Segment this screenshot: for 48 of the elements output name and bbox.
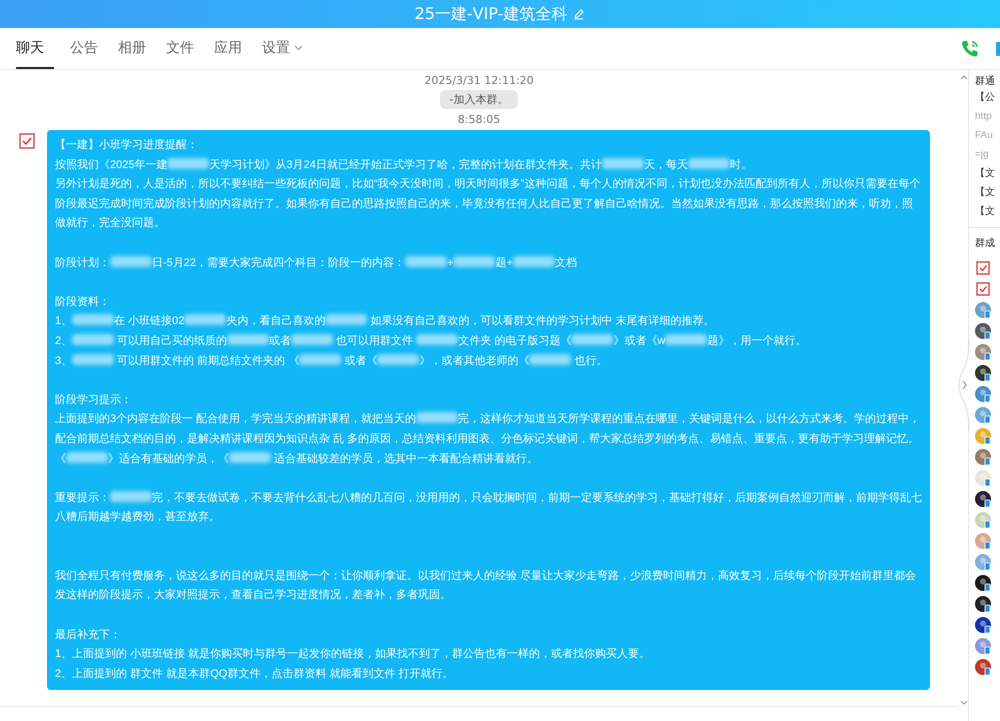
tab[interactable]: 公告 <box>60 28 108 69</box>
window-title: 25一建-VIP-建筑全科 <box>414 4 568 24</box>
message-text: 另外计划是死的，人是活的，所以不要纠结一些死板的问题，比如“我今天没时间，明天时间很多”这种问题，每个人的情况不同，计划也没办法匹配到所有人，所以你只需要在每个阶段最迟完成时间完成阶段计划的内容就行了。如果你有自己的思路按照自己的来，毕竟没有任何人比自己更了解自己啥情况。当然如果没有思路，那么按照我们的来，听劝，照做就行，完全没问题。 <box>55 176 922 232</box>
message-text: 上面提到的3个内容在阶段一 配合使用，学完当天的精讲课程，就把当天的 完，这样你才知道当天所学课程的重点在哪里，关键词是什么，以什么方式来考。学的过程中，配合前期总结文档的目的，是解决精讲课程因为知识点杂 乱 多的原因，总结资料利用图表、分色标记关键词，帮大家总结罗列的考点、易错点、重要点，更有助于学习理解记忆。《 》适合有基础的学员，《 适合基础较差的学员，选其中一本看配合精讲看就行。 <box>55 411 922 466</box>
system-notice: -加入本群。 <box>440 90 518 109</box>
message-text: 按照我们《2025年一建 天学习计划》从3月24日就已经开始正式学习了哈，完整的计划在群文件夹。共计 天，每天 时。 <box>55 156 753 173</box>
scroll-up-icon[interactable] <box>960 74 968 80</box>
file-item[interactable]: 【文 <box>975 202 1000 221</box>
message-text: 最后补充下： <box>55 628 122 643</box>
message-text: 【一建】小班学习进度提醒： <box>55 138 199 153</box>
notice-text: FAu <box>975 129 994 143</box>
message-text: 3、 可以用群文件的 前期总结文件夹的 《 或者《 》，或者其他老师的《 也行。 <box>55 352 608 369</box>
section-title: 群通 <box>975 74 996 88</box>
avatar-icon[interactable] <box>975 323 991 339</box>
message-text: 阶段计划： 日-5月22，需要大家完成四个科目：阶段一的内容： + 题+ 文档 <box>55 254 578 271</box>
notice-text: 【公 <box>975 90 996 105</box>
collapse-handle[interactable] <box>958 340 970 430</box>
timestamp: 2025/3/31 12:11:20 <box>424 74 534 88</box>
checkbox-icon <box>975 260 991 276</box>
message-text: 2、上面提到的 群文件 就是本群QQ群文件，点击群资料 就能看到文件 打开就行。 <box>55 666 454 682</box>
tab[interactable]: 相册 <box>108 28 156 69</box>
notice-text: http <box>975 110 993 124</box>
avatar-icon[interactable] <box>975 596 991 612</box>
phone-icon[interactable] <box>960 39 980 59</box>
avatar-icon[interactable] <box>975 617 991 633</box>
message-text: 1、 在 小班链接02 夹内，看自己喜欢的 如果没有自己喜欢的，可以看群文件的学习计划中 末尾有详细的推荐。 <box>55 313 716 330</box>
message-text: 2、 可以用自己买的纸质的 或者 也可以用群文件 文件夹 的电子版习题《 》或者《w 题》，用一个就行。 <box>55 332 808 349</box>
notice-text: =jg <box>975 148 990 162</box>
avatar-icon[interactable] <box>975 575 991 591</box>
avatar-icon[interactable] <box>975 491 991 507</box>
file-item[interactable]: 【文 <box>975 183 1000 202</box>
avatar-icon[interactable] <box>975 365 991 381</box>
message-text: 我们全程只有付费服务，说这么多的目的就只是围绕一个：让你顺利拿证。以我们过来人的经验 尽量让大家少走弯路，少浪费时间精力，高效复习，后续每个阶段开始前群里都会发这样的阶段提示，大家对照提示，查看自己学习进度情况，差者补，多者巩固。 <box>55 568 918 604</box>
tab[interactable]: 设置 <box>252 28 313 69</box>
edit-icon[interactable] <box>573 8 586 20</box>
section-title: 群成 <box>975 236 996 250</box>
tab[interactable]: 聊天 <box>16 28 54 69</box>
tab[interactable]: 文件 <box>156 28 204 69</box>
scroll-down-icon[interactable] <box>960 700 968 706</box>
message-text: 重要提示： 完，不要去做试卷，不要去背什么乱七八糟的几百问，没用用的，只会耽搁时间，前期一定要系统的学习，基础打得好，后期案例自然迎刃而解，前期学得乱七八糟后期越学越费劲，甚至放弃。 <box>55 490 923 526</box>
checkbox-icon <box>19 133 35 149</box>
message-time: 8:58:05 <box>458 113 500 126</box>
file-item[interactable]: 【文 <box>975 164 1000 183</box>
checkbox-icon <box>975 281 991 297</box>
tab[interactable]: 应用 <box>204 28 252 69</box>
message-text: 1、上面提到的 小班班链接 就是你购买时与群号一起发你的链接，如果找不到了，群公告也有一样的，或者找你购买人要。 <box>55 646 652 662</box>
message-text: 阶段资料： <box>55 294 111 310</box>
message-text: 阶段学习提示： <box>55 392 133 408</box>
